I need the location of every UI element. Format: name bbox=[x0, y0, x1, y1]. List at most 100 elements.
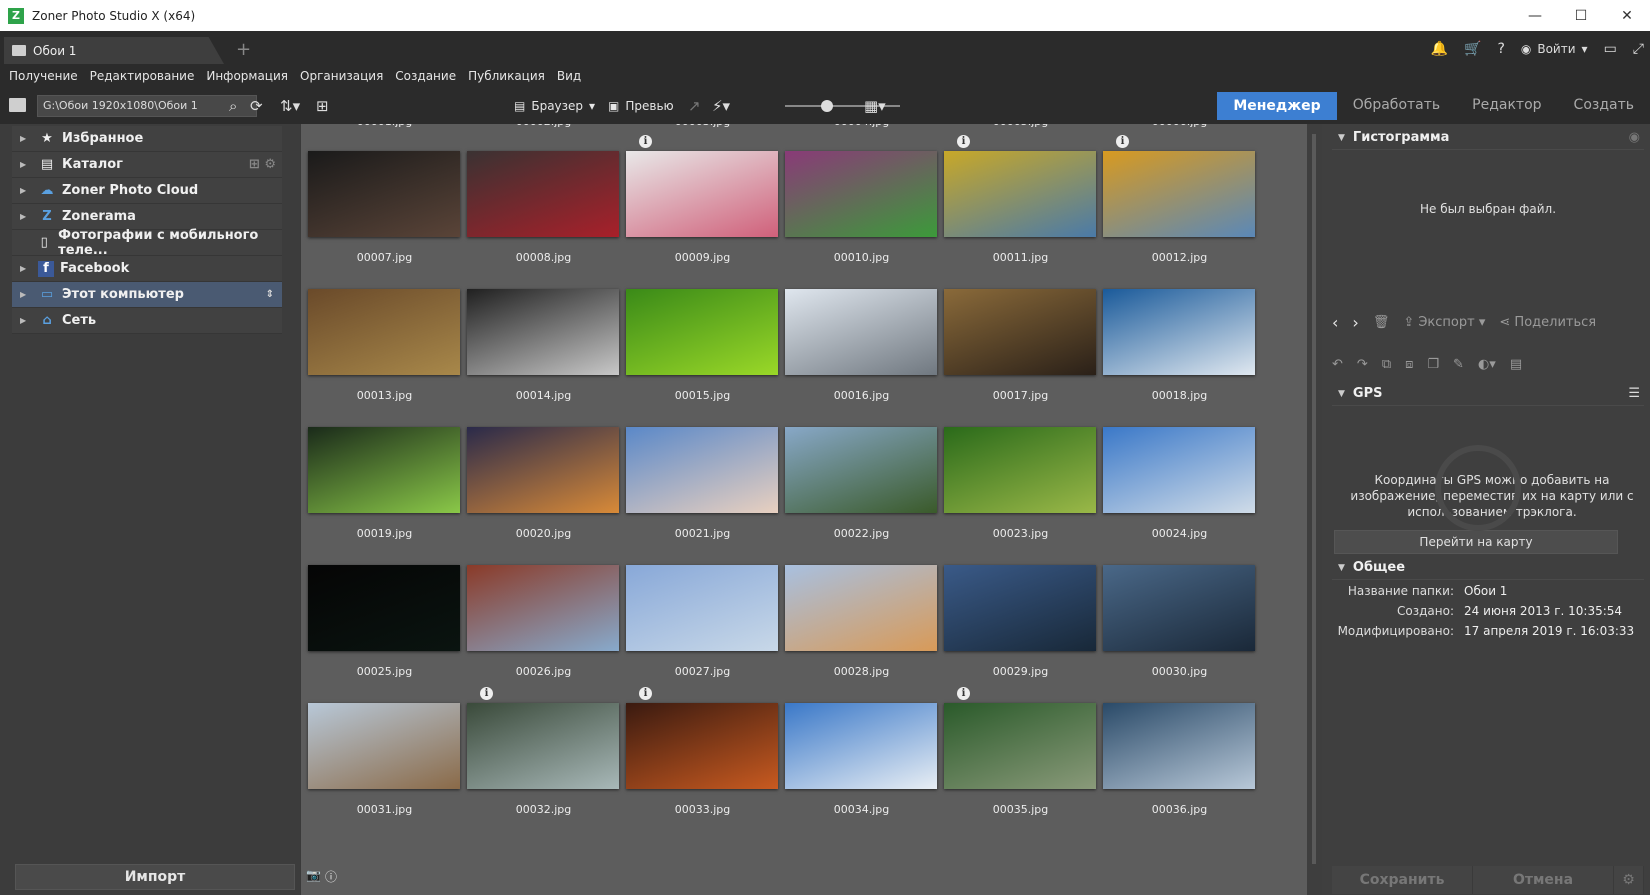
nav-item-zonerama[interactable]: ▶ Z Zonerama bbox=[12, 204, 282, 230]
thumbnail-image[interactable] bbox=[1103, 703, 1255, 789]
thumbnail-image[interactable] bbox=[1103, 151, 1255, 237]
slider-knob[interactable] bbox=[821, 100, 833, 112]
thumbnail-image[interactable] bbox=[944, 289, 1096, 375]
thumbnail-image[interactable] bbox=[467, 565, 619, 651]
close-icon[interactable]: ✕ bbox=[1604, 0, 1650, 31]
expand-arrow-icon[interactable]: ▶ bbox=[20, 212, 34, 221]
menu-organize[interactable]: Организация bbox=[300, 69, 383, 83]
export-button[interactable]: ⇪ Экспорт ▾ bbox=[1403, 315, 1485, 330]
camera-icon[interactable]: 📷 bbox=[306, 868, 321, 885]
expand-arrow-icon[interactable]: ▶ bbox=[20, 316, 34, 325]
add-folder-icon[interactable]: ⊞ ⚙ bbox=[249, 157, 276, 172]
chevron-left-icon[interactable]: ‹ bbox=[1332, 313, 1338, 332]
expand-arrow-icon[interactable]: ▶ bbox=[20, 160, 34, 169]
login-button[interactable]: ◉ Войти ▾ bbox=[1521, 42, 1588, 56]
print-icon[interactable]: ▤ bbox=[1510, 357, 1522, 372]
grid-scrollbar[interactable] bbox=[1307, 124, 1322, 895]
thumbnail-image[interactable] bbox=[467, 703, 619, 789]
thumbnail-image[interactable] bbox=[944, 565, 1096, 651]
maximize-icon[interactable]: ☐ bbox=[1558, 0, 1604, 31]
thumbnail-image[interactable] bbox=[785, 151, 937, 237]
monitor-icon[interactable]: ▭ bbox=[1604, 41, 1617, 57]
thumbnail-image[interactable] bbox=[626, 151, 778, 237]
cart-icon[interactable]: 🛒 bbox=[1464, 41, 1481, 57]
thumbnail-image[interactable] bbox=[944, 427, 1096, 513]
thumbnail-image[interactable] bbox=[944, 703, 1096, 789]
thumbnail-image[interactable] bbox=[467, 289, 619, 375]
info-icon[interactable]: ⓘ bbox=[325, 868, 337, 885]
folder-up-icon[interactable] bbox=[9, 98, 26, 112]
reorder-icon[interactable]: ⇕ bbox=[266, 289, 274, 300]
menu-create[interactable]: Создание bbox=[395, 69, 456, 83]
menu-view[interactable]: Вид bbox=[557, 69, 581, 83]
tab-create[interactable]: Создать bbox=[1558, 90, 1650, 122]
compare-icon[interactable]: ⧈ bbox=[1405, 357, 1413, 372]
info-icon[interactable]: i bbox=[957, 135, 970, 148]
menu-acquire[interactable]: Получение bbox=[9, 69, 78, 83]
import-button[interactable]: Импорт bbox=[15, 864, 295, 890]
help-icon[interactable]: ? bbox=[1497, 41, 1504, 57]
scrollbar-thumb[interactable] bbox=[1312, 134, 1316, 864]
fullscreen-icon[interactable]: ⤢ bbox=[1633, 41, 1644, 57]
minimize-icon[interactable]: — bbox=[1512, 0, 1558, 31]
thumbnail-image[interactable] bbox=[308, 151, 460, 237]
sort-icon[interactable]: ⇅▾ bbox=[280, 97, 300, 115]
thumbnail-image[interactable] bbox=[944, 151, 1096, 237]
cancel-button[interactable]: Отмена bbox=[1473, 866, 1614, 894]
nav-item-facebook[interactable]: ▶ f Facebook bbox=[12, 256, 282, 282]
info-icon[interactable]: i bbox=[1116, 135, 1129, 148]
save-button[interactable]: Сохранить bbox=[1332, 866, 1473, 894]
expand-arrow-icon[interactable]: ▶ bbox=[20, 134, 34, 143]
expand-arrow-icon[interactable]: ▶ bbox=[20, 186, 34, 195]
nav-item-this-computer[interactable]: ▶ ▭ Этот компьютер ⇕ bbox=[12, 282, 282, 308]
external-open-icon[interactable]: ↗ bbox=[688, 97, 701, 115]
new-folder-icon[interactable]: ⊞ bbox=[316, 97, 329, 115]
trash-icon[interactable]: 🗑 bbox=[1373, 315, 1390, 330]
thumbnail-image[interactable] bbox=[626, 565, 778, 651]
thumbnail-image[interactable] bbox=[785, 565, 937, 651]
chevron-right-icon[interactable]: › bbox=[1352, 313, 1358, 332]
nav-item-favorites[interactable]: ▶ ★ Избранное bbox=[12, 126, 282, 152]
bell-icon[interactable]: 🔔 bbox=[1431, 41, 1448, 57]
grid-view-icon[interactable]: ▦▾ bbox=[864, 97, 886, 115]
thumbnail-image[interactable] bbox=[308, 565, 460, 651]
thumbnail-image[interactable] bbox=[1103, 289, 1255, 375]
nav-item-network[interactable]: ▶ ⌂ Сеть bbox=[12, 308, 282, 334]
thumbnail-image[interactable] bbox=[785, 289, 937, 375]
general-header[interactable]: ▼ Общее bbox=[1332, 556, 1644, 580]
thumbnail-image[interactable] bbox=[1103, 427, 1255, 513]
duplicate-icon[interactable]: ❐ bbox=[1427, 357, 1439, 372]
histogram-settings-icon[interactable]: ◉ bbox=[1629, 130, 1640, 145]
info-icon[interactable]: i bbox=[957, 687, 970, 700]
thumbnail-image[interactable] bbox=[467, 151, 619, 237]
menu-publish[interactable]: Публикация bbox=[468, 69, 545, 83]
thumbnail-image[interactable] bbox=[626, 289, 778, 375]
expand-arrow-icon[interactable]: ▶ bbox=[20, 264, 34, 273]
gear-icon[interactable]: ⚙ bbox=[1614, 866, 1644, 894]
gps-header[interactable]: ▼ GPS ☰ bbox=[1332, 382, 1644, 406]
info-icon[interactable]: i bbox=[480, 687, 493, 700]
tab-develop[interactable]: Обработать bbox=[1337, 90, 1456, 122]
preview-view-button[interactable]: ▣ Превью bbox=[608, 95, 674, 117]
rotate-right-icon[interactable]: ↷ bbox=[1357, 357, 1368, 372]
thumbnail-image[interactable] bbox=[1103, 565, 1255, 651]
histogram-header[interactable]: ▼ Гистограмма ◉ bbox=[1332, 126, 1644, 150]
go-to-map-button[interactable]: Перейти на карту bbox=[1334, 530, 1618, 554]
thumbnail-image[interactable] bbox=[308, 289, 460, 375]
thumbnail-image[interactable] bbox=[785, 703, 937, 789]
thumbnail-image[interactable] bbox=[308, 427, 460, 513]
new-tab-icon[interactable]: + bbox=[236, 39, 251, 60]
nav-item-cloud[interactable]: ▶ ☁ Zoner Photo Cloud bbox=[12, 178, 282, 204]
path-input[interactable]: G:\Обои 1920x1080\Обои 1 bbox=[37, 95, 257, 117]
tab-wallpapers[interactable]: Обои 1 bbox=[4, 37, 224, 64]
wand-icon[interactable]: ✎ bbox=[1453, 357, 1464, 372]
browser-view-button[interactable]: ▤ Браузер ▾ bbox=[514, 95, 595, 117]
thumbnail-image[interactable] bbox=[626, 703, 778, 789]
menu-info[interactable]: Информация bbox=[206, 69, 288, 83]
tab-manager[interactable]: Менеджер bbox=[1217, 92, 1337, 120]
info-icon[interactable]: i bbox=[639, 135, 652, 148]
expand-arrow-icon[interactable]: ▶ bbox=[20, 290, 34, 299]
menu-edit[interactable]: Редактирование bbox=[90, 69, 195, 83]
search-icon[interactable]: ⌕ bbox=[229, 97, 237, 115]
quick-filter-icon[interactable]: ⚡▾ bbox=[712, 97, 730, 115]
